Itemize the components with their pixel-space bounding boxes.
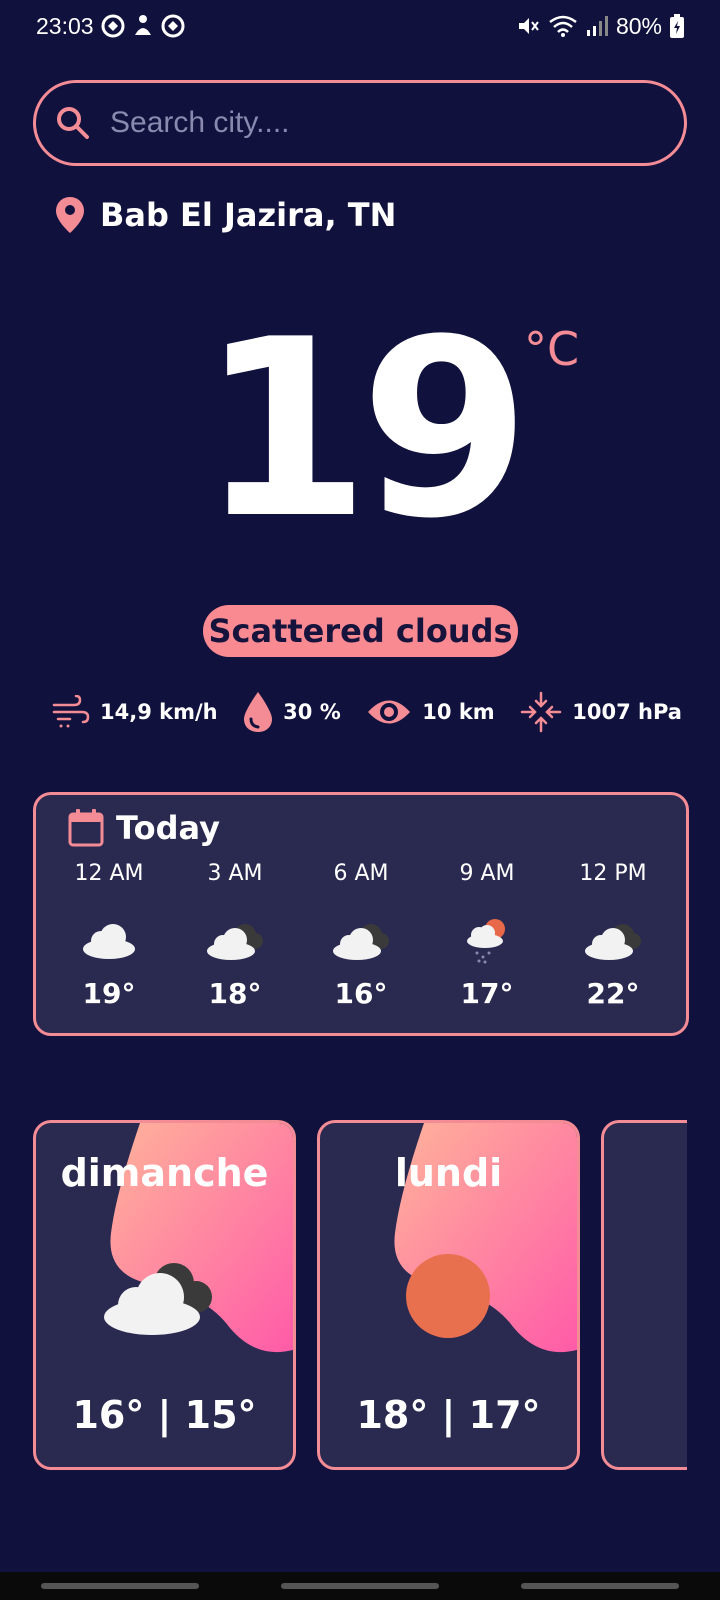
system-navigation-bar	[0, 1572, 720, 1600]
battery-icon	[670, 14, 684, 38]
visibility-value: 10 km	[422, 700, 495, 724]
hour-temp: 19°	[82, 977, 136, 1010]
nav-back-handle[interactable]	[521, 1583, 679, 1589]
hourly-item: 12 PM 22°	[558, 861, 668, 1010]
status-bar: 23:03 80%	[0, 0, 720, 52]
location-pin-icon	[56, 197, 84, 233]
humidity-value: 30 %	[283, 700, 341, 724]
pressure-metric: 1007 hPa	[520, 691, 682, 733]
hour-time: 6 AM	[333, 861, 389, 886]
calendar-icon	[68, 809, 104, 847]
visibility-eye-icon	[368, 700, 411, 724]
weather-condition: Scattered clouds	[203, 605, 518, 657]
humidity-drop-icon	[244, 692, 273, 732]
pressure-value: 1007 hPa	[572, 700, 682, 724]
status-time: 23:03	[36, 12, 94, 39]
wind-value: 14,9 km/h	[100, 700, 218, 724]
day-card[interactable]: dimanche 16° | 15°	[33, 1120, 296, 1470]
battery-percent: 80%	[615, 12, 662, 39]
nav-home-handle[interactable]	[281, 1583, 439, 1589]
hour-temp: 18°	[208, 977, 262, 1010]
day-card[interactable]: lundi 18° | 17°	[317, 1120, 580, 1470]
wind-icon	[52, 695, 90, 728]
cloud-icon	[83, 924, 135, 959]
current-temperature: 19	[199, 287, 531, 572]
day-name: dimanche	[60, 1151, 269, 1195]
hour-temp: 22°	[586, 977, 640, 1010]
nav-recents-handle[interactable]	[41, 1583, 199, 1589]
pressure-icon	[521, 691, 562, 733]
hourly-item: 12 AM 19°	[54, 861, 164, 1010]
search-input[interactable]	[110, 106, 630, 140]
notification-icon	[132, 13, 154, 39]
day-card[interactable]	[601, 1120, 687, 1470]
daily-forecast-list[interactable]: dimanche 16° | 15° lundi 18° | 17°	[33, 1120, 687, 1472]
broken-clouds-icon	[207, 924, 263, 960]
hour-temp: 17°	[460, 977, 514, 1010]
gear-like-icon	[160, 13, 186, 39]
search-bar[interactable]	[33, 80, 687, 166]
location: Bab El Jazira, TN	[56, 196, 396, 234]
broken-clouds-icon	[333, 924, 389, 960]
day-name: lundi	[394, 1151, 503, 1195]
hour-time: 3 AM	[207, 861, 263, 886]
visibility-metric: 10 km	[366, 695, 495, 729]
signal-icon	[586, 14, 608, 38]
gear-like-icon	[100, 13, 126, 39]
location-name: Bab El Jazira, TN	[100, 196, 397, 234]
hourly-item: 6 AM 16°	[306, 861, 416, 1010]
hourly-list: 12 AM 19° 3 AM 18° 6 AM 16° 9 AM 17° 12 …	[36, 861, 686, 1010]
temperature-unit: °C	[524, 322, 580, 376]
hour-time: 9 AM	[459, 861, 515, 886]
hourly-item: 9 AM 17°	[432, 861, 542, 1010]
today-title: Today	[116, 809, 220, 847]
hour-time: 12 PM	[579, 861, 647, 886]
search-icon[interactable]	[54, 104, 92, 142]
mute-icon	[516, 14, 540, 38]
day-temp-range: 16° | 15°	[72, 1393, 257, 1437]
broken-clouds-icon	[585, 924, 641, 960]
wifi-icon	[548, 14, 578, 38]
humidity-metric: 30 %	[243, 691, 341, 733]
rain-sun-icon	[467, 919, 505, 964]
today-header: Today	[68, 809, 220, 847]
broken-clouds-icon	[104, 1263, 212, 1335]
hour-temp: 16°	[334, 977, 388, 1010]
today-forecast-card[interactable]: Today 12 AM 19° 3 AM 18° 6 AM 16° 9 AM 1…	[33, 792, 689, 1036]
hour-time: 12 AM	[74, 861, 144, 886]
sun-icon	[406, 1254, 490, 1338]
hourly-item: 3 AM 18°	[180, 861, 290, 1010]
weather-metrics: 14,9 km/h 30 % 10 km 1007 hPa	[52, 688, 682, 736]
wind-metric: 14,9 km/h	[52, 695, 218, 729]
day-temp-range: 18° | 17°	[356, 1393, 541, 1437]
